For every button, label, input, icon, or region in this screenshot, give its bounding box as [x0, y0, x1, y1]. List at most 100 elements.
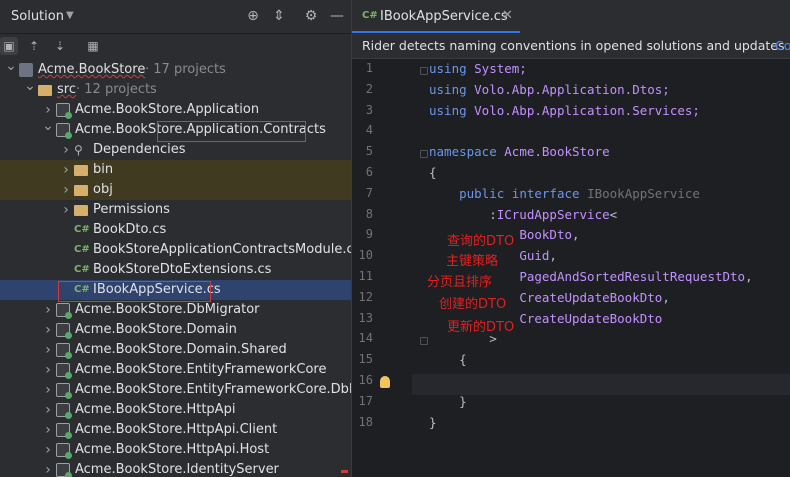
project-icon — [56, 443, 72, 459]
project-icon — [56, 303, 72, 319]
chevron-down-icon[interactable]: ⌄ — [24, 80, 36, 96]
code-line[interactable]: } — [429, 415, 437, 430]
tree-item-label: obj — [93, 182, 113, 197]
solution-title[interactable]: Solution — [11, 9, 64, 24]
code-area[interactable]: using System; using Volo.Abp.Application.… — [352, 59, 790, 477]
tree-row[interactable]: › Acme.BookStore.HttpApi — [0, 400, 351, 420]
chevron-down-icon[interactable]: ⌄ — [42, 120, 54, 136]
annotation-label: 创建的DTO — [439, 297, 507, 312]
tree-item-label: Dependencies — [93, 142, 186, 157]
folder-icon — [74, 205, 88, 216]
tree-row[interactable]: › Acme.BookStore.EntityFrameworkCore.DbMi… — [0, 380, 351, 400]
code-line[interactable]: { — [429, 352, 467, 367]
preview-icon[interactable]: ▦ — [84, 37, 102, 55]
chevron-down-icon[interactable]: ⌄ — [5, 60, 17, 76]
code-token: Volo.Abp.Application.Services; — [474, 102, 700, 118]
chevron-right-icon[interactable]: › — [42, 100, 54, 120]
tree-row[interactable]: › Acme.BookStore.Domain — [0, 320, 351, 340]
highlight-box-ibookappservice — [58, 281, 211, 302]
tree-row[interactable]: › Acme.BookStore.Application — [0, 100, 351, 120]
tree-row[interactable]: › Acme.BookStore.DbMigrator — [0, 300, 351, 320]
tree-row[interactable]: › Acme.BookStore.HttpApi.Client — [0, 420, 351, 440]
code-line[interactable]: :ICrudAppService< — [429, 207, 617, 222]
chevron-right-icon[interactable]: › — [42, 400, 54, 420]
dependencies-icon: ⚲ — [74, 143, 83, 157]
banner-text: Rider detects naming conventions in open… — [362, 38, 785, 53]
code-token: { — [429, 165, 437, 180]
code-token: , — [662, 289, 670, 305]
pin-icon[interactable]: ▣ — [0, 37, 18, 55]
tree-row[interactable]: › Acme.BookStore.EntityFrameworkCore — [0, 360, 351, 380]
code-line[interactable]: using Volo.Abp.Application.Dtos; — [429, 82, 670, 97]
chevron-right-icon[interactable]: › — [42, 440, 54, 460]
tree-row[interactable]: ⌄ src · 12 projects — [0, 80, 351, 100]
code-token: CreateUpdateBookDto — [519, 289, 663, 305]
chevron-right-icon[interactable]: › — [42, 420, 54, 440]
project-count: · 12 projects — [76, 82, 157, 97]
tree-item-label: BookDto.cs — [93, 222, 167, 237]
banner-link[interactable]: Co — [775, 38, 790, 53]
chevron-down-icon[interactable]: ▼ — [66, 10, 74, 21]
scrollbar-thumb[interactable] — [341, 470, 348, 473]
minimize-icon[interactable]: — — [328, 7, 346, 25]
code-token: using — [429, 61, 475, 76]
csharp-icon: C# — [74, 244, 90, 255]
tree-item-label: bin — [93, 162, 114, 177]
chevron-right-icon[interactable]: › — [42, 360, 54, 380]
tree-row[interactable]: C# BookStoreDtoExtensions.cs — [0, 260, 351, 280]
tree-row[interactable]: ⌄ Acme.BookStore · 17 projects — [0, 60, 351, 80]
code-token: interface — [511, 185, 588, 201]
tree-item-label: Acme.BookStore.EntityFrameworkCore.DbMig… — [75, 382, 351, 397]
code-editor: C# IBookAppService.cs ✕ Rider detects na… — [351, 0, 790, 477]
code-token: public — [429, 185, 512, 201]
code-line[interactable]: using System; — [429, 61, 527, 76]
tree-item-label: BookStoreApplicationContractsModule.cs — [93, 242, 351, 257]
tree-row[interactable]: › ⚲ Dependencies — [0, 140, 351, 160]
close-icon[interactable]: ✕ — [502, 8, 513, 23]
tree-item-label: Acme.BookStore.DbMigrator — [75, 302, 260, 317]
tree-row[interactable]: › bin — [0, 160, 351, 180]
tree-row[interactable]: C# BookDto.cs — [0, 220, 351, 240]
code-token: < — [609, 206, 618, 222]
code-token: namespace — [429, 144, 505, 160]
tab-ibookappservice[interactable]: C# IBookAppService.cs ✕ — [352, 0, 520, 33]
solution-toolbar: ▣ ⇡ ⇣ ▦ — [0, 34, 351, 59]
chevron-right-icon[interactable]: › — [42, 340, 54, 360]
tree-item-label: Acme.BookStore.Application — [75, 102, 260, 117]
chevron-right-icon[interactable]: › — [60, 160, 72, 180]
code-line[interactable]: namespace Acme.BookStore — [429, 144, 610, 159]
code-line[interactable]: using Volo.Abp.Application.Services; — [429, 103, 700, 118]
project-icon — [56, 343, 72, 359]
expand-icon[interactable]: ⇣ — [51, 37, 69, 55]
tree-row[interactable]: › Permissions — [0, 200, 351, 220]
collapse-icon[interactable]: ⇡ — [25, 37, 43, 55]
tree-scrollbar[interactable] — [340, 60, 349, 477]
chevron-right-icon[interactable]: › — [60, 200, 72, 220]
tree-row[interactable]: › obj — [0, 180, 351, 200]
tree-item-label: Permissions — [93, 202, 170, 217]
code-line[interactable]: { — [429, 165, 437, 180]
code-line[interactable]: } — [429, 394, 467, 409]
chevron-right-icon[interactable]: › — [42, 380, 54, 400]
collapse-all-icon[interactable]: ⇕ — [270, 7, 288, 25]
code-line[interactable]: public interface IBookAppService — [429, 186, 700, 201]
tree-row[interactable]: › Acme.BookStore.IdentityServer — [0, 460, 351, 477]
tree-item-label: Acme.BookStore.HttpApi.Client — [75, 422, 278, 437]
csharp-icon: C# — [74, 224, 90, 235]
folder-icon — [74, 185, 88, 196]
chevron-right-icon[interactable]: › — [60, 180, 72, 200]
chevron-right-icon[interactable]: › — [42, 460, 54, 477]
solution-icon — [19, 63, 33, 77]
tree-row[interactable]: › Acme.BookStore.HttpApi.Host — [0, 440, 351, 460]
solution-header: Solution ▼ ⊕ ⇕ ⚙ — — [0, 0, 351, 34]
code-token: System; — [474, 61, 527, 76]
tree-row[interactable]: › Acme.BookStore.Domain.Shared — [0, 340, 351, 360]
settings-icon[interactable]: ⚙ — [302, 7, 320, 25]
chevron-right-icon[interactable]: › — [60, 140, 72, 160]
tree-row[interactable]: C# BookStoreApplicationContractsModule.cs — [0, 240, 351, 260]
chevron-right-icon[interactable]: › — [42, 300, 54, 320]
chevron-right-icon[interactable]: › — [42, 320, 54, 340]
project-icon — [56, 423, 72, 439]
code-token: , — [549, 248, 557, 264]
crosshair-icon[interactable]: ⊕ — [244, 7, 262, 25]
